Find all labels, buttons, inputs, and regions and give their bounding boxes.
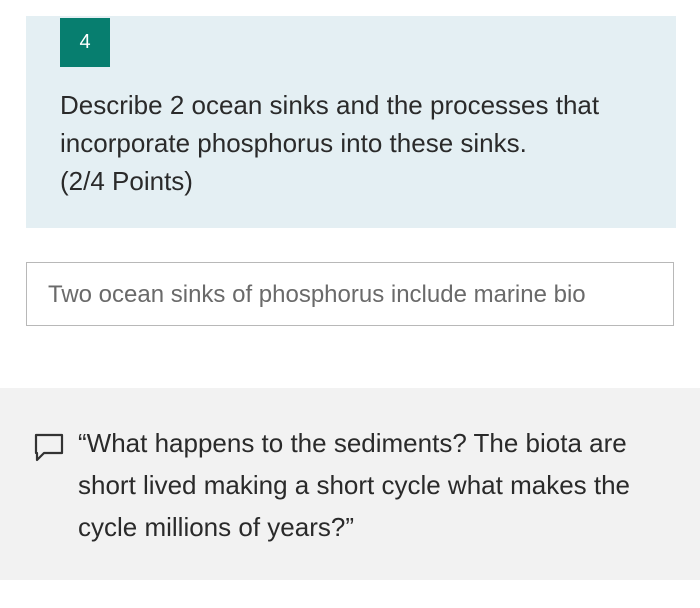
comment-icon [34,433,64,462]
feedback-panel: “What happens to the sediments? The biot… [0,388,700,580]
question-points: (2/4 Points) [60,166,193,196]
question-prompt: Describe 2 ocean sinks and the processes… [60,86,660,200]
question-number: 4 [79,31,91,53]
answer-field[interactable]: Two ocean sinks of phosphorus include ma… [26,262,674,326]
question-card: 4 Describe 2 ocean sinks and the process… [26,16,676,228]
feedback-comment: “What happens to the sediments? The biot… [78,428,631,542]
answer-value: Two ocean sinks of phosphorus include ma… [48,281,586,308]
question-number-badge: 4 [60,18,110,67]
question-text: Describe 2 ocean sinks and the processes… [60,90,600,158]
